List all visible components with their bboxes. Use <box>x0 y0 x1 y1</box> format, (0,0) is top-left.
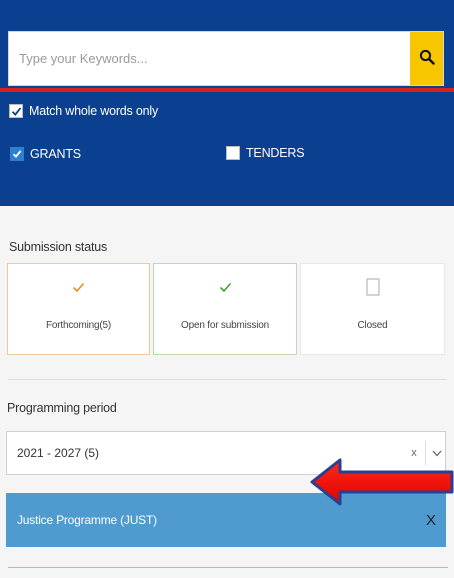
programming-period-title: Programming period <box>7 401 117 415</box>
checkmark-icon <box>12 150 22 158</box>
checkmark-icon <box>219 276 232 298</box>
tenders-label: TENDERS <box>246 146 305 160</box>
search-button[interactable] <box>410 32 443 85</box>
remove-programme-button[interactable]: X <box>416 512 446 529</box>
grants-label: GRANTS <box>30 147 81 161</box>
bottom-divider <box>8 567 448 568</box>
grants-checkbox[interactable]: GRANTS <box>10 147 81 161</box>
status-option-open[interactable]: Open for submission <box>153 263 297 355</box>
search-input[interactable] <box>9 32 410 85</box>
status-option-label: Forthcoming(5) <box>46 320 111 331</box>
status-option-forthcoming[interactable]: Forthcoming(5) <box>7 263 150 355</box>
match-whole-words-label: Match whole words only <box>29 104 158 118</box>
checkmark-icon <box>72 276 85 298</box>
arrow-left-icon <box>310 458 454 506</box>
match-whole-words-checkbox[interactable]: Match whole words only <box>9 104 158 118</box>
section-divider <box>8 379 446 380</box>
tenders-checkbox[interactable]: TENDERS <box>226 146 305 160</box>
programme-chip-label: Justice Programme (JUST) <box>17 513 157 527</box>
checkbox[interactable] <box>226 146 240 160</box>
empty-checkbox-icon <box>366 276 380 298</box>
submission-status-title: Submission status <box>9 240 108 254</box>
status-option-label: Open for submission <box>181 320 269 331</box>
checkbox[interactable] <box>9 104 23 118</box>
chevron-down-icon[interactable] <box>429 450 445 457</box>
checkbox[interactable] <box>10 147 24 161</box>
accent-divider <box>0 88 454 92</box>
status-option-label: Closed <box>357 320 388 331</box>
search-box <box>8 31 444 86</box>
checkmark-icon <box>11 106 21 116</box>
search-icon <box>419 49 435 68</box>
status-option-closed[interactable]: Closed <box>300 263 445 355</box>
